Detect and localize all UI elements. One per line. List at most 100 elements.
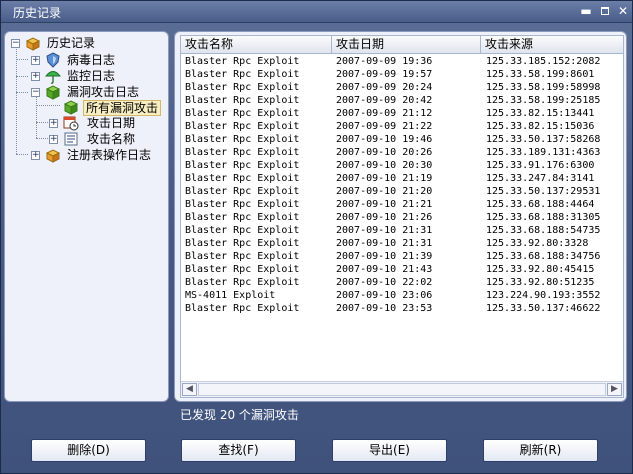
cell-attack-date: 2007-09-10 22:02 bbox=[336, 277, 433, 288]
cube-icon bbox=[63, 100, 79, 115]
tree-item-label: 病毒日志 bbox=[67, 53, 116, 67]
table-row[interactable]: Blaster Rpc Exploit 2007-09-10 21:19 125.3… bbox=[181, 172, 623, 185]
maximize-button[interactable] bbox=[597, 4, 613, 19]
cell-attack-source: 125.33.92.80:3328 bbox=[486, 238, 589, 249]
umbrella-icon bbox=[45, 71, 61, 84]
table-row[interactable]: Blaster Rpc Exploit 2007-09-10 22:02 125.3… bbox=[181, 276, 623, 289]
table-row[interactable]: Blaster Rpc Exploit 2007-09-10 21:31 125.3… bbox=[181, 224, 623, 237]
cell-attack-date: 2007-09-09 21:12 bbox=[336, 108, 433, 119]
cell-attack-date: 2007-09-09 19:36 bbox=[336, 56, 433, 67]
expand-icon[interactable]: + bbox=[31, 56, 40, 65]
scroll-left-icon[interactable]: ◀ bbox=[182, 383, 197, 396]
tree-item-label: 注册表操作日志 bbox=[67, 148, 152, 162]
window-title: 历史记录 bbox=[13, 6, 62, 20]
status-text: 已发现 20 个漏洞攻击 bbox=[180, 408, 299, 422]
find-button[interactable]: 查找(F) bbox=[181, 439, 296, 462]
table-row[interactable]: Blaster Rpc Exploit 2007-09-10 21:20 125.3… bbox=[181, 185, 623, 198]
cell-attack-source: 125.33.92.80:51235 bbox=[486, 277, 595, 288]
table-row[interactable]: Blaster Rpc Exploit 2007-09-10 21:26 125.3… bbox=[181, 211, 623, 224]
scroll-thumb[interactable] bbox=[198, 383, 606, 396]
collapse-icon[interactable]: − bbox=[31, 88, 40, 97]
table-row[interactable]: Blaster Rpc Exploit 2007-09-09 20:42 125.3… bbox=[181, 94, 623, 107]
cell-attack-name: Blaster Rpc Exploit bbox=[185, 186, 300, 197]
table-row[interactable]: Blaster Rpc Exploit 2007-09-10 20:30 125.3… bbox=[181, 159, 623, 172]
delete-button[interactable]: 删除(D) bbox=[31, 439, 146, 462]
history-window: 历史记录 ▬ ✕ − 历史记录 + 病毒日志 + 监控日志 − 漏洞攻击日志 所… bbox=[0, 0, 633, 474]
cell-attack-name: Blaster Rpc Exploit bbox=[185, 251, 300, 262]
cell-attack-name: Blaster Rpc Exploit bbox=[185, 95, 300, 106]
expand-icon[interactable]: + bbox=[49, 119, 58, 128]
table-body: Blaster Rpc Exploit 2007-09-09 19:36 125.3… bbox=[181, 55, 623, 315]
cell-attack-date: 2007-09-10 21:19 bbox=[336, 173, 433, 184]
scroll-right-icon[interactable]: ▶ bbox=[607, 383, 622, 396]
cell-attack-date: 2007-09-10 21:21 bbox=[336, 199, 433, 210]
cell-attack-name: Blaster Rpc Exploit bbox=[185, 69, 300, 80]
tree-connector bbox=[36, 94, 37, 138]
table-row[interactable]: Blaster Rpc Exploit 2007-09-10 21:39 125.3… bbox=[181, 250, 623, 263]
table-row[interactable]: Blaster Rpc Exploit 2007-09-10 21:43 125.3… bbox=[181, 263, 623, 276]
collapse-icon[interactable]: − bbox=[11, 39, 20, 48]
expand-icon[interactable]: + bbox=[31, 72, 40, 81]
table-row[interactable]: Blaster Rpc Exploit 2007-09-10 21:31 125.3… bbox=[181, 237, 623, 250]
cell-attack-source: 125.33.247.84:3141 bbox=[486, 173, 595, 184]
cell-attack-date: 2007-09-09 19:57 bbox=[336, 69, 433, 80]
column-header-attack-date[interactable]: 攻击日期 bbox=[332, 36, 481, 54]
tree-connector bbox=[36, 122, 48, 123]
cell-attack-name: Blaster Rpc Exploit bbox=[185, 225, 300, 236]
expand-icon[interactable]: + bbox=[31, 151, 40, 160]
cell-attack-source: 125.33.92.80:45415 bbox=[486, 264, 595, 275]
cell-attack-name: Blaster Rpc Exploit bbox=[185, 173, 300, 184]
table-row[interactable]: Blaster Rpc Exploit 2007-09-09 19:57 125.3… bbox=[181, 68, 623, 81]
table-row[interactable]: MS-4011 Exploit 2007-09-10 23:06 123.224.9… bbox=[181, 289, 623, 302]
cell-attack-name: Blaster Rpc Exploit bbox=[185, 277, 300, 288]
cell-attack-date: 2007-09-10 20:26 bbox=[336, 147, 433, 158]
table-header: 攻击名称 攻击日期 攻击来源 bbox=[181, 36, 623, 54]
cell-attack-source: 125.33.82.15:13441 bbox=[486, 108, 595, 119]
table-row[interactable]: Blaster Rpc Exploit 2007-09-10 21:21 125.3… bbox=[181, 198, 623, 211]
tree-connector bbox=[36, 105, 60, 106]
tree-connector bbox=[16, 154, 28, 155]
cell-attack-date: 2007-09-10 19:46 bbox=[336, 134, 433, 145]
table-row[interactable]: Blaster Rpc Exploit 2007-09-10 23:53 125.3… bbox=[181, 302, 623, 315]
expand-icon[interactable]: + bbox=[49, 135, 58, 144]
cell-attack-name: Blaster Rpc Exploit bbox=[185, 147, 300, 158]
table-row[interactable]: Blaster Rpc Exploit 2007-09-10 19:46 125.3… bbox=[181, 133, 623, 146]
maximize-icon bbox=[601, 7, 609, 15]
title-bar: 历史记录 ▬ ✕ bbox=[1, 1, 632, 23]
tree-item-label: 所有漏洞攻击 bbox=[83, 100, 162, 116]
cell-attack-date: 2007-09-10 21:43 bbox=[336, 264, 433, 275]
table-row[interactable]: Blaster Rpc Exploit 2007-09-09 21:12 125.3… bbox=[181, 107, 623, 120]
cell-attack-date: 2007-09-09 21:22 bbox=[336, 121, 433, 132]
column-header-attack-source[interactable]: 攻击来源 bbox=[481, 36, 623, 54]
export-button[interactable]: 导出(E) bbox=[332, 439, 447, 462]
table-row[interactable]: Blaster Rpc Exploit 2007-09-09 21:22 125.3… bbox=[181, 120, 623, 133]
registry-icon bbox=[45, 149, 61, 163]
table-row[interactable]: Blaster Rpc Exploit 2007-09-09 19:36 125.3… bbox=[181, 55, 623, 68]
column-header-attack-name[interactable]: 攻击名称 bbox=[181, 36, 332, 54]
table-row[interactable]: Blaster Rpc Exploit 2007-09-10 20:26 125.3… bbox=[181, 146, 623, 159]
cell-attack-name: Blaster Rpc Exploit bbox=[185, 121, 300, 132]
cell-attack-name: Blaster Rpc Exploit bbox=[185, 303, 300, 314]
cube-icon bbox=[45, 85, 61, 100]
cell-attack-date: 2007-09-10 21:26 bbox=[336, 212, 433, 223]
cell-attack-source: 125.33.50.137:58268 bbox=[486, 134, 601, 145]
minimize-button[interactable]: ▬ bbox=[578, 4, 594, 19]
cell-attack-name: Blaster Rpc Exploit bbox=[185, 264, 300, 275]
tree-connector bbox=[16, 59, 28, 60]
cell-attack-date: 2007-09-10 20:30 bbox=[336, 160, 433, 171]
tree-connector bbox=[16, 92, 28, 93]
cell-attack-source: 123.224.90.193:3552 bbox=[486, 290, 601, 301]
cell-attack-source: 125.33.68.188:54735 bbox=[486, 225, 601, 236]
cell-attack-name: Blaster Rpc Exploit bbox=[185, 134, 300, 145]
cell-attack-date: 2007-09-10 23:06 bbox=[336, 290, 433, 301]
table-row[interactable]: Blaster Rpc Exploit 2007-09-09 20:24 125.3… bbox=[181, 81, 623, 94]
table-empty-area bbox=[181, 315, 623, 381]
close-button[interactable]: ✕ bbox=[615, 4, 631, 19]
cell-attack-date: 2007-09-10 21:31 bbox=[336, 225, 433, 236]
history-folder-icon bbox=[25, 37, 41, 51]
cell-attack-date: 2007-09-09 20:24 bbox=[336, 82, 433, 93]
horizontal-scrollbar[interactable]: ◀ ▶ bbox=[181, 381, 623, 397]
cell-attack-date: 2007-09-09 20:42 bbox=[336, 95, 433, 106]
tree-root-label: 历史记录 bbox=[47, 36, 96, 50]
refresh-button[interactable]: 刷新(R) bbox=[483, 439, 598, 462]
